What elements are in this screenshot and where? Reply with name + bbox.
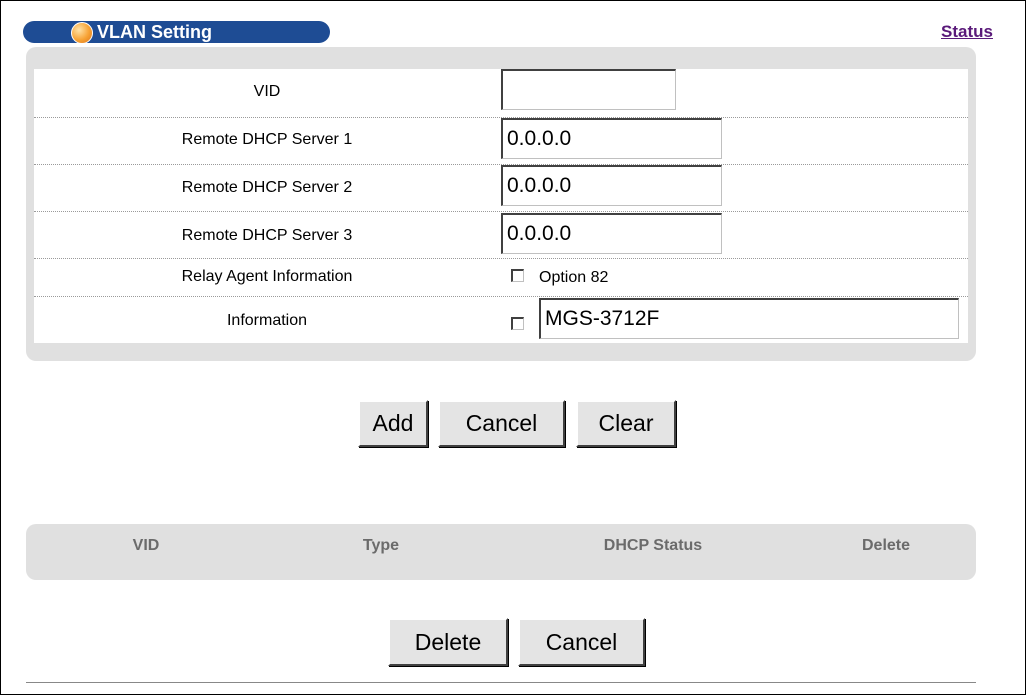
column-header-delete: Delete bbox=[861, 537, 911, 554]
vid-label: VID bbox=[253, 83, 281, 100]
dhcp-server-2-input[interactable] bbox=[501, 165, 722, 206]
title-bar: VLAN Setting bbox=[23, 21, 330, 44]
clear-button[interactable]: Clear bbox=[576, 400, 676, 447]
vid-input[interactable] bbox=[501, 69, 676, 110]
information-checkbox[interactable] bbox=[511, 317, 524, 330]
title-bullet-icon bbox=[71, 22, 93, 44]
cancel-button[interactable]: Cancel bbox=[438, 400, 565, 447]
option82-label: Option 82 bbox=[539, 269, 609, 286]
information-input[interactable] bbox=[539, 298, 959, 339]
table-cancel-button[interactable]: Cancel bbox=[518, 618, 645, 666]
option82-checkbox[interactable] bbox=[511, 269, 524, 282]
relay-agent-label: Relay Agent Information bbox=[181, 268, 353, 285]
delete-button[interactable]: Delete bbox=[388, 618, 508, 666]
page-title: VLAN Setting bbox=[97, 22, 212, 42]
column-header-type: Type bbox=[362, 537, 400, 554]
dhcp-server-2-label: Remote DHCP Server 2 bbox=[181, 179, 353, 196]
dhcp-server-1-label: Remote DHCP Server 1 bbox=[181, 131, 353, 148]
column-header-dhcp-status: DHCP Status bbox=[603, 537, 703, 554]
relay-agent-row: Relay Agent Information bbox=[34, 258, 968, 297]
vlan-table bbox=[26, 524, 976, 580]
information-label: Information bbox=[226, 312, 308, 329]
column-header-vid: VID bbox=[132, 537, 160, 554]
dhcp-server-3-label: Remote DHCP Server 3 bbox=[181, 227, 353, 244]
page-frame: VLAN Setting Status VID Remote DHCP Serv… bbox=[0, 0, 1026, 695]
add-button[interactable]: Add bbox=[358, 400, 428, 447]
status-link[interactable]: Status bbox=[941, 22, 993, 42]
bottom-divider bbox=[26, 682, 976, 683]
dhcp-server-1-input[interactable] bbox=[501, 118, 722, 159]
dhcp-server-3-input[interactable] bbox=[501, 213, 722, 254]
